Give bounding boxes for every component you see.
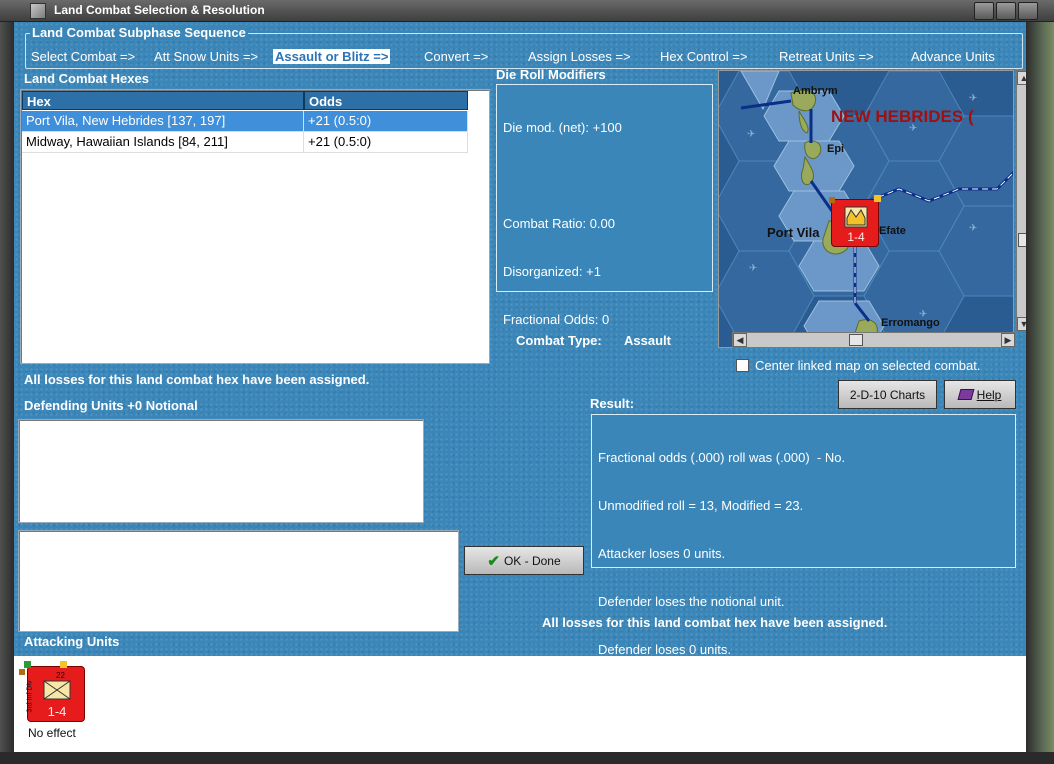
map-label-port-vila: Port Vila bbox=[767, 225, 820, 240]
app-icon bbox=[30, 3, 46, 19]
counter-marker bbox=[19, 669, 25, 675]
background-map-strip bbox=[1026, 22, 1054, 764]
book-icon bbox=[957, 389, 975, 400]
center-map-label: Center linked map on selected combat. bbox=[755, 358, 981, 373]
die-mod-line: Combat Ratio: 0.00 bbox=[503, 216, 616, 231]
map-label-ambrym: Ambrym bbox=[793, 85, 838, 97]
hex-cell: Port Vila, New Hebrides [137, 197] bbox=[22, 111, 304, 132]
step-assault-or-blitz: Assault or Blitz => bbox=[273, 49, 391, 64]
counter-marker bbox=[24, 661, 31, 668]
result-box: Fractional odds (.000) roll was (.000) -… bbox=[591, 414, 1016, 657]
main-panel: Land Combat Subphase Sequence Select Com… bbox=[14, 22, 1026, 752]
losses-message-bottom: All losses for this land combat hex have… bbox=[542, 615, 888, 630]
attacking-counter-value: 1-4 bbox=[47, 704, 67, 719]
attacking-unit-counter[interactable]: 22 3rd Inf Div 1-4 bbox=[19, 661, 85, 722]
result-line: Unmodified roll = 13, Modified = 23. bbox=[598, 498, 804, 513]
column-header-odds[interactable]: Odds bbox=[304, 91, 468, 110]
step-select-combat: Select Combat => bbox=[31, 49, 136, 64]
svg-text:✈: ✈ bbox=[969, 223, 977, 234]
unit-details-box bbox=[18, 530, 459, 632]
land-combat-hexes-label: Land Combat Hexes bbox=[24, 71, 149, 86]
result-line: Attacker loses 0 units. bbox=[598, 546, 726, 561]
step-retreat-units: Retreat Units => bbox=[779, 49, 874, 64]
result-line: Defender loses the notional unit. bbox=[598, 594, 785, 609]
close-button[interactable] bbox=[1018, 2, 1038, 20]
step-hex-control: Hex Control => bbox=[660, 49, 748, 64]
map-label-efate: Efate bbox=[879, 225, 906, 237]
map-label-epi: Epi bbox=[827, 143, 845, 155]
minimize-button[interactable] bbox=[974, 2, 994, 20]
infantry-icon bbox=[844, 206, 868, 228]
scroll-thumb[interactable] bbox=[1018, 233, 1026, 247]
attacking-units-label: Attacking Units bbox=[24, 634, 120, 649]
column-header-hex[interactable]: Hex bbox=[22, 91, 304, 110]
title-bar: Land Combat Selection & Resolution bbox=[0, 0, 1054, 22]
infantry-icon bbox=[43, 680, 71, 700]
ok-done-label: OK - Done bbox=[503, 553, 561, 568]
odds-cell: +21 (0.5:0) bbox=[304, 111, 468, 132]
die-mod-line bbox=[503, 168, 706, 184]
maximize-button[interactable] bbox=[996, 2, 1016, 20]
center-map-checkbox[interactable] bbox=[736, 359, 749, 372]
map-vertical-scrollbar[interactable]: ▲ ▼ bbox=[1016, 70, 1026, 332]
counter-marker bbox=[60, 661, 67, 668]
counter-marker bbox=[874, 195, 881, 202]
die-mod-line: Disorganized: +1 bbox=[503, 264, 601, 279]
defending-units-list[interactable] bbox=[18, 419, 424, 523]
help-button-label: Help bbox=[976, 387, 1002, 402]
result-label: Result: bbox=[590, 396, 635, 411]
charts-button-label: 2-D-10 Charts bbox=[849, 387, 926, 402]
checkmark-icon: ✔ bbox=[487, 552, 500, 570]
die-roll-modifiers-box: Die mod. (net): +100 Combat Ratio: 0.00 … bbox=[496, 84, 713, 327]
ok-done-button[interactable]: ✔ OK - Done bbox=[464, 546, 584, 575]
defending-units-label: Defending Units +0 Notional bbox=[24, 398, 198, 413]
combat-type-value: Assault bbox=[624, 333, 671, 348]
counter-top-text: 22 bbox=[56, 671, 65, 680]
hex-row[interactable]: Midway, Hawaiian Islands [84, 211] +21 (… bbox=[22, 132, 468, 153]
help-button[interactable]: Help bbox=[944, 380, 1016, 409]
map-label-region: NEW HEBRIDES ( bbox=[831, 107, 974, 126]
odds-cell: +21 (0.5:0) bbox=[304, 132, 468, 153]
step-advance-units: Advance Units bbox=[911, 49, 995, 64]
attacking-units-list[interactable]: 22 3rd Inf Div 1-4 No effect bbox=[14, 656, 1026, 752]
svg-text:✈: ✈ bbox=[747, 129, 755, 140]
step-att-snow-units: Att Snow Units => bbox=[154, 49, 259, 64]
scroll-right-button[interactable]: ▶ bbox=[1001, 333, 1015, 347]
hex-row[interactable]: Port Vila, New Hebrides [137, 197] +21 (… bbox=[22, 111, 468, 132]
scroll-up-button[interactable]: ▲ bbox=[1017, 71, 1026, 85]
result-line: Fractional odds (.000) roll was (.000) -… bbox=[598, 450, 846, 465]
scroll-thumb[interactable] bbox=[849, 334, 863, 346]
map-unit-counter[interactable]: 1-4 bbox=[829, 195, 881, 247]
counter-value: 1-4 bbox=[847, 230, 865, 244]
losses-message-top: All losses for this land combat hex have… bbox=[24, 372, 370, 387]
window-title: Land Combat Selection & Resolution bbox=[54, 3, 265, 17]
window-bottom-border bbox=[0, 752, 1054, 764]
scroll-down-button[interactable]: ▼ bbox=[1017, 317, 1026, 331]
step-convert: Convert => bbox=[424, 49, 489, 64]
subphase-legend: Land Combat Subphase Sequence bbox=[30, 25, 248, 40]
map-label-erromango: Erromango bbox=[881, 317, 940, 329]
scroll-left-button[interactable]: ◀ bbox=[733, 333, 747, 347]
hexes-list[interactable]: Hex Odds Port Vila, New Hebrides [137, 1… bbox=[20, 89, 490, 364]
map-horizontal-scrollbar[interactable]: ◀ ▶ bbox=[732, 332, 1016, 348]
linked-map[interactable]: ✈ ✈ ✈ ✈ ✈ ✈ Ambrym NEW HEBRIDES ( Epi Po… bbox=[718, 70, 1014, 348]
die-roll-modifiers-label: Die Roll Modifiers bbox=[496, 67, 606, 82]
svg-text:✈: ✈ bbox=[969, 93, 977, 104]
counter-marker bbox=[829, 197, 835, 203]
die-mod-line: Fractional Odds: 0 bbox=[503, 312, 610, 327]
die-mod-line: Die mod. (net): +100 bbox=[503, 120, 622, 135]
combat-type-label: Combat Type: bbox=[516, 333, 602, 348]
svg-text:✈: ✈ bbox=[749, 263, 757, 274]
window-left-border bbox=[0, 22, 14, 764]
hex-cell: Midway, Hawaiian Islands [84, 211] bbox=[22, 132, 304, 153]
charts-button[interactable]: 2-D-10 Charts bbox=[838, 380, 937, 409]
attacking-unit-status: No effect bbox=[28, 726, 76, 740]
step-assign-losses: Assign Losses => bbox=[528, 49, 631, 64]
